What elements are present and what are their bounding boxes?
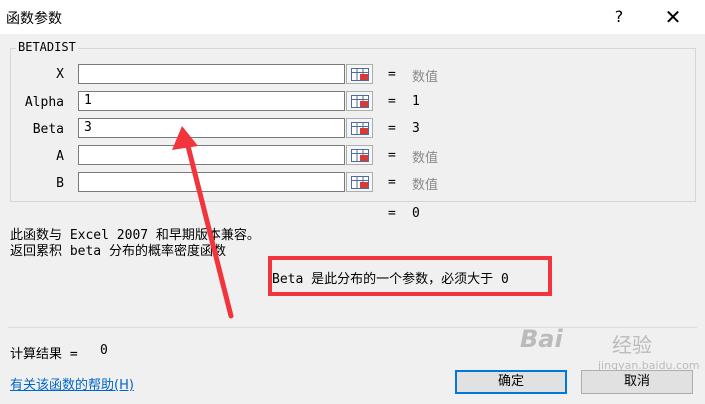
watermark-cn: 经验: [612, 333, 652, 357]
calc-result-label: 计算结果 =: [10, 347, 78, 362]
cancel-button[interactable]: 取消: [581, 370, 693, 394]
watermark-logo-text: Bai: [520, 325, 563, 353]
ok-button[interactable]: 确定: [455, 370, 567, 394]
function-help-link[interactable]: 有关该函数的帮助(H): [10, 374, 134, 393]
calc-result-value: 0: [100, 343, 108, 358]
